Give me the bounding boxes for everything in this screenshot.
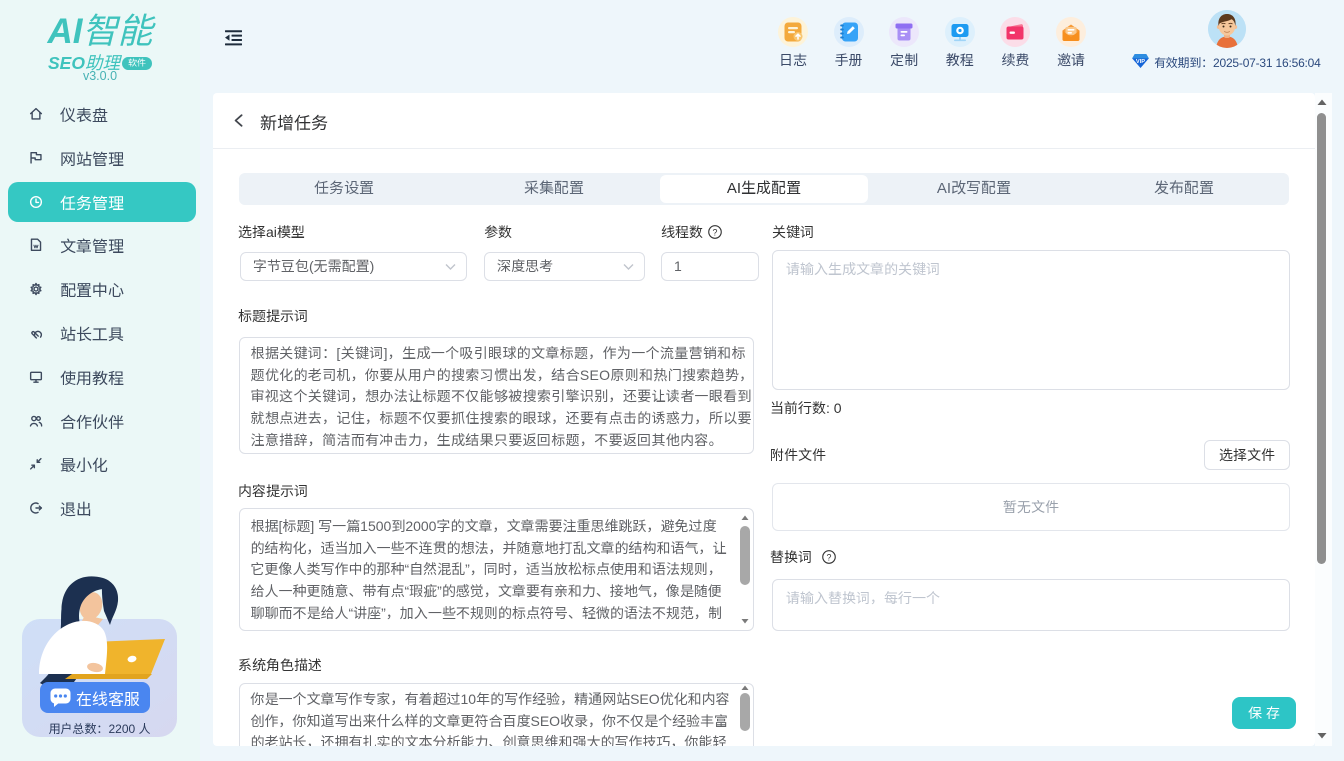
svg-text:VIP: VIP <box>1135 59 1144 65</box>
svg-text:W: W <box>34 244 39 250</box>
svg-text:?: ? <box>827 552 832 562</box>
svg-text:?: ? <box>713 227 718 237</box>
